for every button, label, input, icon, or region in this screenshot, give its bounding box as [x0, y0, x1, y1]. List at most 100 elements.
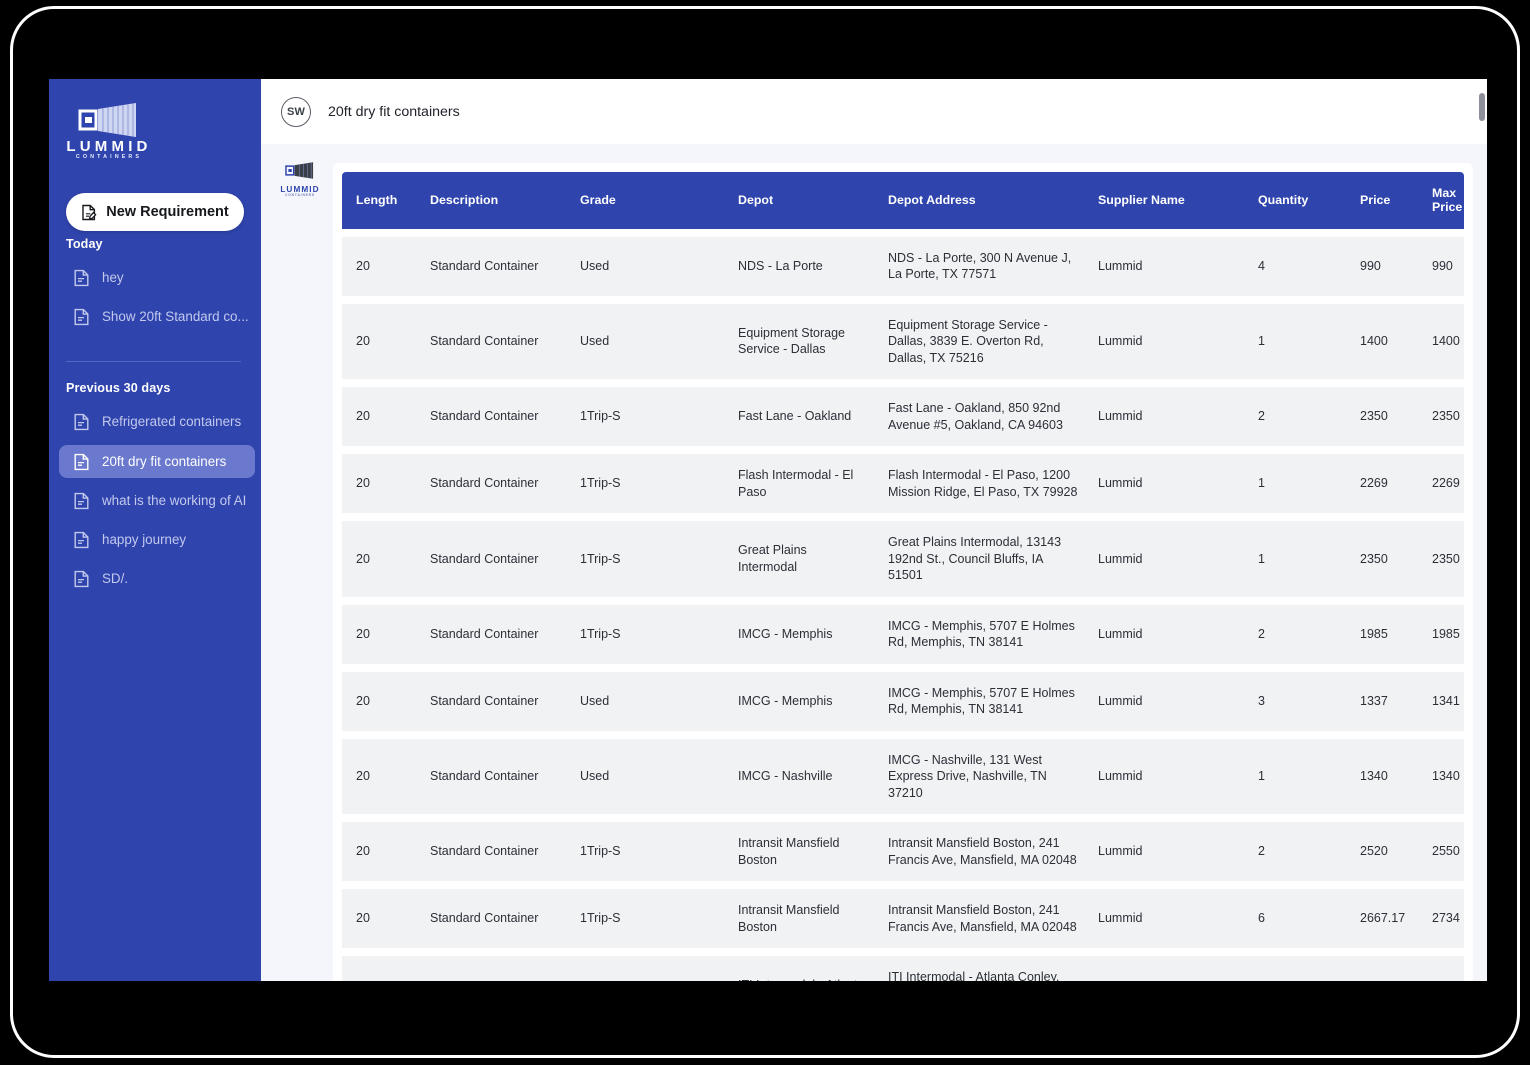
cell-supplier-name: Lummid [1098, 551, 1143, 566]
table-row-spacer [342, 948, 1464, 957]
cell-depot-address: Great Plains Intermodal, 13143 192nd St.… [888, 535, 1062, 583]
cell-description: Standard Container [420, 956, 570, 981]
column-header-price[interactable]: Price [1350, 172, 1422, 229]
table-row-spacer [342, 881, 1464, 890]
table-row[interactable]: 20 Standard Container Used IMCG - Memphis IM… [342, 671, 1464, 731]
column-header-depot-address[interactable]: Depot Address [878, 172, 1088, 229]
chat-item-what-is-the-working-of-ai[interactable]: what is the working of AI [59, 484, 255, 517]
cell-price: 990 [1360, 258, 1381, 273]
chat-item-happy-journey[interactable]: happy journey [59, 523, 255, 556]
chat-item-label: SD/. [102, 571, 129, 586]
cell-depot: Great Plains Intermodal [738, 543, 807, 574]
table-row[interactable]: 20 Standard Container Used NDS - La Porte ND… [342, 236, 1464, 296]
table-row-spacer [342, 814, 1464, 823]
table-row-spacer-cell [342, 597, 1464, 605]
table-row[interactable]: 20 Standard Container Used IMCG - Nashville… [342, 738, 1464, 815]
table-row-spacer [342, 663, 1464, 672]
cell-quantity: 1 [1258, 476, 1265, 491]
column-header-quantity[interactable]: Quantity [1248, 172, 1350, 229]
chat-item-sd[interactable]: SD/. [59, 562, 255, 595]
results-table-card: Length Description Grade Depot Depot Add… [333, 163, 1473, 981]
table-row[interactable]: 20 Standard Container 1Trip-S Fast Lane - O… [342, 387, 1464, 447]
table-row[interactable]: 20 Standard Container Used Equipment Storag… [342, 303, 1464, 380]
container-logo-icon [285, 162, 314, 179]
table-row[interactable]: 20 Standard Container 1Trip-S Intransit Man… [342, 822, 1464, 882]
brand-name: LUMMID [66, 138, 152, 155]
chat-item-20ft-dry-fit-containers[interactable]: 20ft dry fit containers [59, 445, 255, 478]
table-row[interactable]: 20 Standard Container 1Trip-S Flash Intermo… [342, 454, 1464, 514]
table-row-spacer-cell [342, 881, 1464, 889]
cell-supplier-name: Lummid [1088, 956, 1248, 981]
cell-price: 2520 [1360, 844, 1388, 859]
top-bar: SW 20ft dry fit containers [261, 79, 1487, 144]
results-table-scroll[interactable]: Length Description Grade Depot Depot Add… [342, 172, 1464, 981]
cell-depot-address: ITI Intermodal - Atlanta Conley, 4123 Ol… [888, 970, 1060, 981]
cell-price: 2350 [1360, 551, 1388, 566]
chat-item-hey[interactable]: hey [59, 261, 255, 294]
cell-depot-address: IMCG - Memphis, 5707 E Holmes Rd, Memphi… [888, 685, 1075, 717]
chat-item-label: Show 20ft Standard co... [102, 309, 249, 324]
cell-length: 20 [356, 476, 370, 491]
cell-grade: 1Trip-S [580, 409, 621, 424]
cell-quantity: 2 [1258, 409, 1265, 424]
cell-depot: Equipment Storage Service - Dallas [738, 325, 846, 357]
cell-supplier-name: Lummid [1098, 258, 1143, 273]
cell-depot-address: Intransit Mansfield Boston, 241 Francis … [888, 903, 1077, 934]
cell-grade: 1Trip-S [580, 551, 621, 566]
cell-quantity: 2 [1258, 626, 1265, 641]
cell-depot: IMCG - Memphis [738, 626, 833, 641]
page-scrollbar-thumb[interactable] [1479, 93, 1485, 121]
table-row-spacer [342, 295, 1464, 304]
results-table: Length Description Grade Depot Depot Add… [342, 172, 1464, 981]
cell-depot: IMCG - Memphis [738, 693, 833, 708]
cell-grade: 1Trip-S [580, 844, 621, 859]
device-frame: LUMMID CONTAINERS New Requirement Today [10, 6, 1520, 1058]
sidebar: LUMMID CONTAINERS New Requirement Today [49, 79, 261, 981]
chat-item-label: Refrigerated containers [102, 414, 242, 429]
cell-length: 20 [356, 769, 370, 784]
cell-description: Standard Container [430, 334, 539, 349]
column-header-supplier-name[interactable]: Supplier Name [1088, 172, 1248, 229]
cell-description: Standard Container [430, 693, 539, 708]
cell-depot: Fast Lane - Oakland [738, 409, 852, 424]
cell-description: Standard Container [430, 769, 539, 784]
cell-max-price: 2100 [1422, 956, 1464, 981]
brand-tagline: CONTAINERS [75, 153, 143, 160]
cell-description: Standard Container [430, 551, 539, 566]
cell-length: 20 [356, 693, 370, 708]
table-row[interactable]: 20 Standard Container 1Trip-S Intransit Man… [342, 889, 1464, 949]
table-row-spacer-cell [342, 513, 1464, 521]
document-icon [74, 492, 89, 509]
chat-item-refrigerated-containers[interactable]: Refrigerated containers [59, 405, 255, 438]
message-brand-logo: LUMMID CONTAINERS [277, 162, 323, 198]
table-row[interactable]: 20 Standard Container 1Trip-S Great Plains … [342, 521, 1464, 597]
document-icon [74, 269, 89, 286]
cell-max-price: 2350 [1432, 551, 1460, 566]
cell-grade: Used [580, 258, 610, 273]
cell-quantity: 4 [1248, 956, 1350, 981]
table-row[interactable]: 20Standard Container1Trip-SITI Intermoda… [342, 956, 1464, 981]
column-header-max-price[interactable]: Max Price [1422, 172, 1464, 229]
avatar[interactable]: SW [281, 96, 311, 127]
cell-depot-address: Intransit Mansfield Boston, 241 Francis … [888, 836, 1077, 867]
table-body: 20 Standard Container Used NDS - La Porte ND… [342, 228, 1464, 981]
column-header-grade[interactable]: Grade [570, 172, 728, 229]
document-icon [74, 453, 89, 470]
cell-grade: 1Trip-S [580, 626, 621, 641]
cell-price: 1985 [1360, 626, 1388, 641]
cell-max-price: 2269 [1432, 476, 1460, 491]
column-header-length[interactable]: Length [342, 172, 420, 229]
table-row[interactable]: 20 Standard Container 1Trip-S IMCG - Memphi… [342, 604, 1464, 664]
container-logo-icon [78, 103, 136, 137]
page-scrollbar[interactable] [1479, 93, 1486, 144]
cell-supplier-name: Lummid [1098, 626, 1143, 641]
cell-depot: IMCG - Nashville [738, 769, 833, 784]
column-header-depot[interactable]: Depot [728, 172, 878, 229]
table-row-spacer-cell [342, 664, 1464, 672]
cell-length: 20 [356, 334, 370, 349]
cell-max-price: 1340 [1432, 769, 1460, 784]
new-requirement-button[interactable]: New Requirement [66, 193, 244, 231]
column-header-description[interactable]: Description [420, 172, 570, 229]
table-row-spacer [342, 730, 1464, 739]
chat-item-show-20ft-standard[interactable]: Show 20ft Standard co... [59, 300, 255, 333]
